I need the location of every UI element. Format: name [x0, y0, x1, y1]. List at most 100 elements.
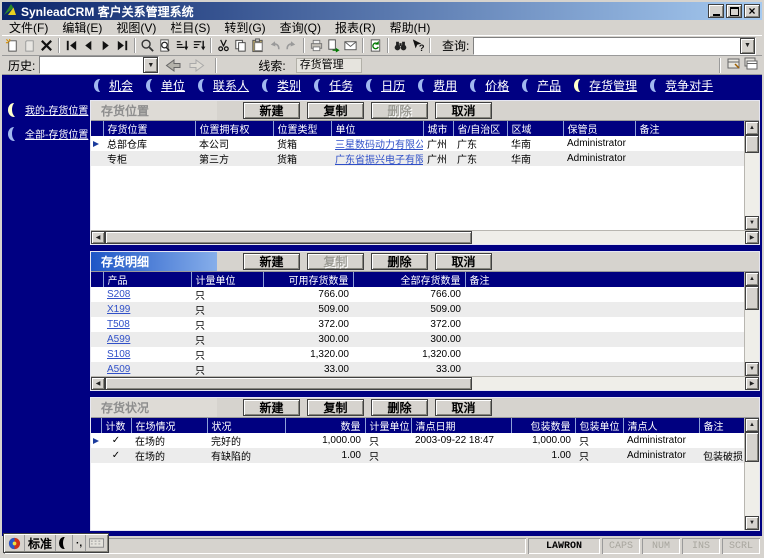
table-row[interactable]: X199 只 509.00 509.00 — [91, 302, 744, 317]
scroll-down-icon[interactable]: ▼ — [745, 216, 759, 230]
column-header[interactable]: 数量 — [284, 418, 365, 433]
find-icon[interactable] — [392, 37, 409, 55]
action-button[interactable]: 新建 — [243, 253, 300, 270]
search-preview-icon[interactable] — [156, 37, 173, 55]
action-button[interactable]: 新建 — [243, 399, 300, 416]
search-icon[interactable] — [139, 37, 156, 55]
company-link[interactable]: 广东省振兴电子有限公司 — [331, 151, 423, 166]
column-header[interactable]: 包装数量 — [510, 418, 575, 433]
product-link[interactable]: X199 — [103, 302, 191, 317]
ime-logo-icon[interactable] — [5, 535, 25, 551]
edit-record-icon[interactable] — [21, 37, 38, 55]
column-header[interactable]: 包装单位 — [574, 418, 623, 433]
column-header[interactable]: 区域 — [506, 121, 563, 136]
new-record-icon[interactable] — [4, 37, 21, 55]
delete-record-icon[interactable] — [38, 37, 55, 55]
table-row[interactable]: 专柜 第三方 货箱 广东省振兴电子有限公司 广州 广东 华南 Administr… — [91, 151, 744, 166]
back-icon[interactable] — [163, 57, 183, 73]
product-link[interactable]: T508 — [103, 317, 191, 332]
copy-icon[interactable] — [232, 37, 249, 55]
scroll-thumb[interactable] — [745, 432, 759, 462]
menu-item[interactable]: 视图(V) — [109, 20, 163, 36]
menu-item[interactable]: 文件(F) — [2, 20, 55, 36]
column-header[interactable]: 状况 — [206, 418, 285, 433]
refresh-icon[interactable] — [367, 37, 384, 55]
scroll-left-icon[interactable]: ◀ — [91, 231, 105, 244]
next-record-icon[interactable] — [97, 37, 114, 55]
tab[interactable]: 联系人 — [198, 77, 249, 94]
product-link[interactable]: S108 — [103, 347, 191, 362]
column-header[interactable]: 位置类型 — [272, 121, 331, 136]
table-row[interactable]: S108 只 1,320.00 1,320.00 — [91, 347, 744, 362]
action-button[interactable]: 取消 — [435, 253, 492, 270]
tab[interactable]: 日历 — [366, 77, 405, 94]
action-button[interactable]: 复制 — [307, 253, 364, 270]
scroll-thumb[interactable] — [745, 286, 759, 310]
history-input[interactable] — [40, 57, 144, 73]
action-button[interactable]: 取消 — [435, 399, 492, 416]
product-link[interactable]: A509 — [103, 362, 191, 376]
tab[interactable]: 单位 — [146, 77, 185, 94]
column-header[interactable]: 备注 — [464, 272, 744, 287]
close-icon[interactable] — [744, 4, 760, 18]
action-button[interactable]: 复制 — [307, 102, 364, 119]
query-input[interactable] — [474, 37, 740, 54]
table-row[interactable]: A599 只 300.00 300.00 — [91, 332, 744, 347]
record-cards-icon[interactable] — [744, 57, 758, 73]
ime-punctuation-icon[interactable] — [73, 535, 87, 551]
table-row[interactable]: A509 只 33.00 33.00 — [91, 362, 744, 376]
menu-item[interactable]: 转到(G) — [217, 20, 272, 36]
sort-descending-icon[interactable] — [190, 37, 207, 55]
scroll-left-icon[interactable]: ◀ — [91, 377, 105, 390]
scroll-down-icon[interactable]: ▼ — [745, 362, 759, 376]
table-row[interactable]: 总部仓库 本公司 货箱 三星数码动力有限公司 广州 广东 华南 Administ… — [91, 136, 744, 151]
tab[interactable]: 竞争对手 — [650, 77, 713, 94]
company-link[interactable]: 三星数码动力有限公司 — [331, 136, 423, 151]
tab[interactable]: 类别 — [262, 77, 301, 94]
column-header[interactable]: 位置拥有权 — [194, 121, 273, 136]
tab[interactable]: 费用 — [418, 77, 457, 94]
column-header[interactable]: 可用存货数量 — [262, 272, 353, 287]
menu-item[interactable]: 编辑(E) — [55, 20, 109, 36]
context-help-icon[interactable]: ? — [409, 37, 426, 55]
first-record-icon[interactable] — [63, 37, 80, 55]
scroll-up-icon[interactable]: ▲ — [745, 272, 759, 286]
scroll-up-icon[interactable]: ▲ — [745, 121, 759, 135]
column-header[interactable]: 城市 — [422, 121, 453, 136]
menu-item[interactable]: 查询(Q) — [273, 20, 328, 36]
column-header[interactable]: 备注 — [698, 418, 744, 433]
column-header[interactable]: 计数 — [100, 418, 131, 433]
redo-icon[interactable] — [283, 37, 300, 55]
scroll-right-icon[interactable]: ▶ — [745, 231, 759, 244]
tab[interactable]: 价格 — [470, 77, 509, 94]
column-header[interactable]: 清点人 — [622, 418, 699, 433]
table-row[interactable]: ✓ 在场的 完好的 1,000.00 只 2003-09-22 18:47 1,… — [91, 433, 744, 448]
product-link[interactable]: A599 — [103, 332, 191, 347]
scroll-down-icon[interactable]: ▼ — [745, 516, 759, 530]
column-header[interactable]: 备注 — [634, 121, 744, 136]
column-header[interactable]: 单位 — [330, 121, 423, 136]
column-header[interactable]: 计量单位 — [190, 272, 263, 287]
menu-item[interactable]: 报表(R) — [328, 20, 383, 36]
menu-item[interactable]: 栏目(S) — [163, 20, 217, 36]
action-button[interactable]: 复制 — [307, 399, 364, 416]
ime-mode-label[interactable]: 标准 — [25, 535, 57, 551]
column-header[interactable]: 在场情况 — [130, 418, 207, 433]
action-button[interactable]: 取消 — [435, 102, 492, 119]
action-button[interactable]: 删除 — [371, 253, 428, 270]
tab[interactable]: 任务 — [314, 77, 353, 94]
column-header[interactable]: 全部存货数量 — [352, 272, 465, 287]
table-row[interactable]: ✓ 在场的 有缺陷的 1.00 只 1.00 只 Administrator 包… — [91, 448, 744, 463]
cut-icon[interactable] — [215, 37, 232, 55]
action-button[interactable]: 删除 — [371, 399, 428, 416]
column-header[interactable]: 产品 — [102, 272, 191, 287]
sidebar-item[interactable]: 我的-存货位置 — [8, 102, 90, 117]
column-header[interactable]: 清点日期 — [410, 418, 511, 433]
print-icon[interactable] — [308, 37, 325, 55]
action-button[interactable]: 新建 — [243, 102, 300, 119]
ime-moon-icon[interactable] — [56, 535, 74, 551]
record-card-icon[interactable] — [727, 57, 741, 73]
prev-record-icon[interactable] — [80, 37, 97, 55]
sort-ascending-icon[interactable] — [173, 37, 190, 55]
menu-item[interactable]: 帮助(H) — [383, 20, 438, 36]
